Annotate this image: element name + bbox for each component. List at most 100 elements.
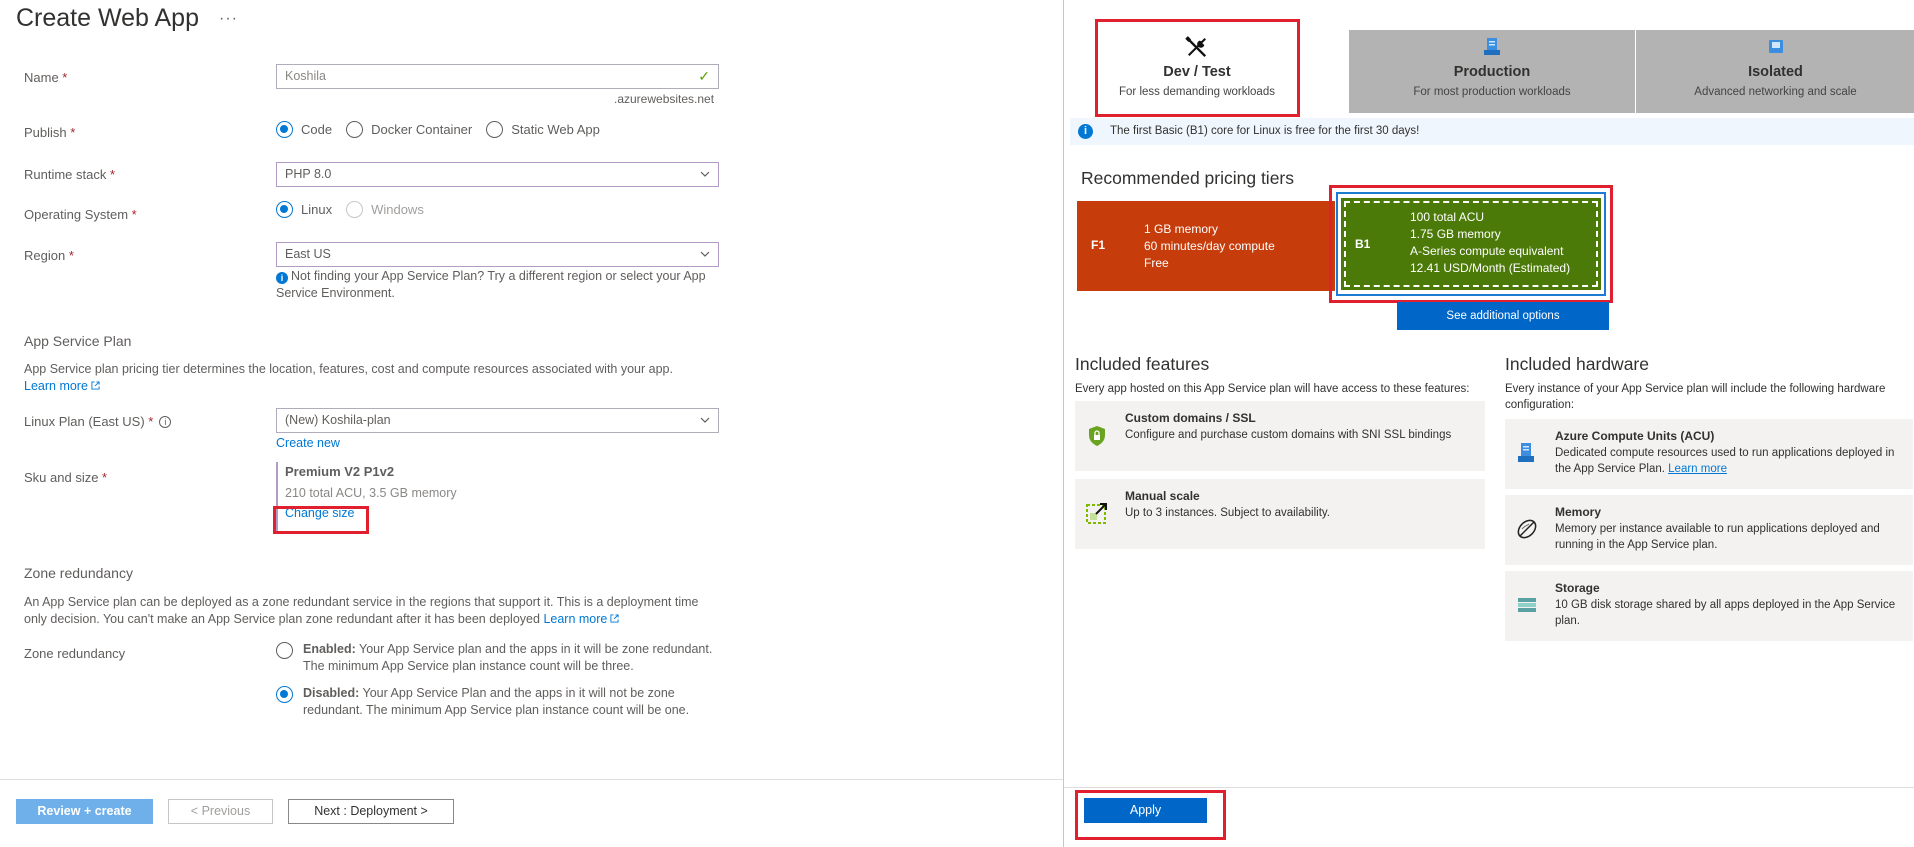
linux-plan-select[interactable]: (New) Koshila-plan [276,408,719,433]
info-icon[interactable]: i [159,416,172,428]
radio-icon [276,642,293,659]
radio-icon [346,201,364,218]
apply-button[interactable]: Apply [1084,798,1207,823]
shield-icon [1089,426,1105,446]
app-service-plan-heading: App Service Plan [24,333,132,349]
see-additional-options-button[interactable]: See additional options [1397,302,1609,330]
zone-redundancy-description: An App Service plan can be deployed as a… [24,595,699,626]
valid-check-icon: ✓ [698,68,710,84]
os-option-windows: Windows [346,201,424,218]
os-option-linux[interactable]: Linux [276,201,332,218]
included-hardware-heading: Included hardware [1505,354,1649,374]
hardware-card-memory: Memory Memory per instance available to … [1505,495,1913,565]
feature-description: Configure and purchase custom domains wi… [1125,429,1452,441]
change-size-link[interactable]: Change size [285,505,355,521]
review-create-button[interactable]: Review + create [16,799,153,824]
wizard-footer [0,779,1063,847]
publish-label: Publish * [24,125,76,140]
external-link-icon [610,614,619,623]
page-title: Create Web App [16,4,199,32]
next-deployment-button[interactable]: Next : Deployment > [288,799,454,824]
tab-title: Isolated [1748,64,1803,80]
banner-text: The first Basic (B1) core for Linux is f… [1110,125,1420,137]
tab-isolated[interactable]: Isolated Advanced networking and scale [1636,30,1914,113]
name-label: Name * [24,70,68,85]
cube-icon [1768,40,1783,53]
tier-code: F1 [1091,238,1106,252]
hardware-card-acu: Azure Compute Units (ACU) Dedicated comp… [1505,419,1913,489]
zone-option-disabled[interactable]: Disabled: Your App Service Plan and the … [276,685,726,719]
os-radio-group: Linux Windows [276,201,438,218]
radio-selected-icon [276,121,293,138]
tab-production[interactable]: Production For most production workloads [1349,30,1635,113]
radio-selected-icon [276,201,293,218]
sku-name: Premium V2 P1v2 [285,464,395,479]
acu-learn-more-link[interactable]: Learn more [1668,463,1727,475]
zone-option-enabled[interactable]: Enabled: Your App Service plan and the a… [276,641,726,675]
sku-summary: Premium V2 P1v2 210 total ACU, 3.5 GB me… [276,462,457,532]
chevron-down-icon [700,417,710,423]
runtime-select-value: PHP 8.0 [285,167,332,181]
server-icon [1484,38,1500,55]
tier-tile-f1[interactable]: F1 1 GB memory 60 minutes/day compute Fr… [1077,201,1335,291]
region-label: Region * [24,248,74,263]
region-select-value: East US [285,247,331,261]
chevron-down-icon [700,171,710,177]
tab-subtitle: Advanced networking and scale [1694,86,1857,98]
runtime-label: Runtime stack * [24,167,116,182]
feature-description: Up to 3 instances. Subject to availabili… [1125,507,1330,519]
publish-radio-group: Code Docker Container Static Web App [276,121,614,138]
previous-button: < Previous [168,799,273,824]
domain-suffix: .azurewebsites.net [614,92,715,106]
tab-dev-test[interactable]: Dev / Test For less demanding workloads [1097,22,1297,113]
region-hint: i Not finding your App Service Plan? Try … [276,269,706,300]
info-icon: i [276,272,288,284]
zone-option-enabled-text: Enabled: Your App Service plan and the a… [303,642,713,673]
tier-details: 1 GB memory 60 minutes/day compute Free [1144,222,1275,270]
recommended-tiers-heading: Recommended pricing tiers [1081,168,1295,188]
runtime-select[interactable]: PHP 8.0 [276,162,719,187]
spec-picker-blade: Dev / Test For less demanding workloads … [1063,0,1914,847]
tab-subtitle: For less demanding workloads [1119,86,1275,98]
feature-title: Custom domains / SSL [1125,411,1256,425]
app-service-plan-description: App Service plan pricing tier determines… [24,362,673,393]
create-web-app-blade: Create Web App ··· Name * Koshila ✓ .azu… [0,0,1063,847]
publish-option-docker[interactable]: Docker Container [346,121,472,138]
hardware-description: Dedicated compute resources used to run … [1555,447,1895,475]
memory-icon [1517,519,1537,539]
hardware-title: Storage [1555,581,1600,595]
radio-icon [346,121,364,138]
publish-option-static[interactable]: Static Web App [486,121,600,138]
included-features-heading: Included features [1075,354,1210,374]
external-link-icon [91,381,100,390]
feature-card-manual-scale: Manual scale Up to 3 instances. Subject … [1075,479,1485,549]
tab-title: Production [1453,64,1531,80]
os-label: Operating System * [24,207,137,222]
feature-card-custom-domains: Custom domains / SSL Configure and purch… [1075,401,1485,471]
zone-option-disabled-text: Disabled: Your App Service Plan and the … [303,686,690,717]
hardware-title: Memory [1555,505,1602,519]
create-new-plan-link[interactable]: Create new [276,436,340,450]
zone-redundancy-label: Zone redundancy [24,646,126,661]
linux-plan-label: Linux Plan (East US) * i [24,414,172,429]
info-icon: i [1078,124,1093,139]
sku-detail: 210 total ACU, 3.5 GB memory [285,486,457,500]
compute-icon [1518,443,1534,462]
tier-details: 100 total ACU 1.75 GB memory A-Series co… [1410,210,1571,275]
more-options-button[interactable]: ··· [219,10,238,28]
name-input[interactable]: Koshila ✓ [276,64,719,89]
learn-more-link[interactable]: Learn more [543,612,607,626]
included-features-subtitle: Every app hosted on this App Service pla… [1075,383,1470,395]
feature-title: Manual scale [1125,489,1200,503]
chevron-down-icon [700,251,710,257]
free-tier-banner: i The first Basic (B1) core for Linux is… [1070,118,1914,145]
tab-subtitle: For most production workloads [1413,86,1571,98]
tier-tile-b1[interactable]: B1 100 total ACU 1.75 GB memory A-Series… [1341,198,1601,290]
scale-icon [1086,503,1107,524]
publish-option-code[interactable]: Code [276,121,332,138]
storage-icon [1518,598,1536,612]
learn-more-link[interactable]: Learn more [24,379,88,393]
hardware-card-storage: Storage 10 GB disk storage shared by all… [1505,571,1913,641]
region-select[interactable]: East US [276,242,719,267]
hardware-description: 10 GB disk storage shared by all apps de… [1555,599,1896,627]
